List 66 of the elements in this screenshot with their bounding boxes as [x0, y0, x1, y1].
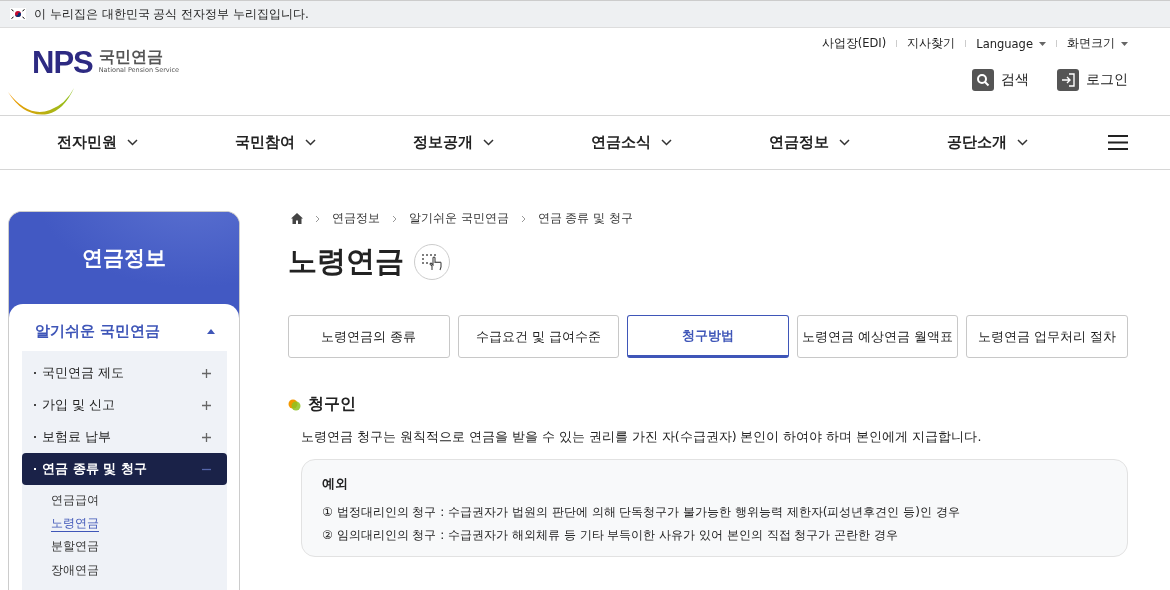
- breadcrumb-link[interactable]: 연금정보: [332, 211, 380, 226]
- sidebar-subitem[interactable]: 분할연금: [51, 537, 99, 556]
- caret-icon: [1121, 41, 1128, 46]
- search-button[interactable]: 검색: [972, 69, 1029, 91]
- tab[interactable]: 노령연금 예상연금 월액표: [796, 315, 959, 358]
- sidebar-item-label: 연금 종류 및 청구: [42, 460, 147, 478]
- sidebar-item[interactable]: 가입 및 신고: [22, 389, 227, 421]
- sidebar-title: 연금정보: [82, 245, 166, 272]
- sidebar-section-header[interactable]: 알기쉬운 국민연금: [9, 312, 239, 351]
- plus-icon: [202, 400, 211, 410]
- accessibility-button[interactable]: [414, 244, 450, 280]
- chevron-right-icon: [392, 214, 397, 223]
- sidebar-item-label: 보험료 납부: [42, 428, 112, 446]
- sidebar-subitem[interactable]: 장애연금: [51, 561, 99, 580]
- logo-name: 국민연금: [98, 48, 164, 66]
- nav-menu-item[interactable]: 전자민원: [56, 133, 138, 152]
- menu-icon[interactable]: [1108, 135, 1128, 150]
- exception-item: ① 법정대리인의 청구 : 수급권자가 법원의 판단에 의해 단독청구가 불가능한 행위능력 제한자(피성년후견인 등)인 경우: [322, 504, 961, 521]
- tab[interactable]: 청구방법: [627, 315, 789, 358]
- sidebar-item[interactable]: 보험료 납부: [22, 421, 227, 453]
- sidebar-item[interactable]: 연금 종류 및 청구: [22, 453, 227, 485]
- breadcrumb-link[interactable]: 연금 종류 및 청구: [537, 211, 633, 226]
- search-icon: [972, 69, 994, 91]
- flag-icon: [10, 8, 26, 20]
- chevron-down-icon: [838, 139, 850, 146]
- exception-item: ② 임의대리인의 청구 : 수급권자가 해외체류 등 기타 부득이한 사유가 있어 본인의 직접 청구가 곤란한 경우: [322, 527, 900, 544]
- gov-notice: 이 누리집은 대한민국 공식 전자정부 누리집입니다.: [34, 5, 309, 23]
- sidebar-subitem[interactable]: 노령연금: [51, 515, 99, 532]
- sidebar-item[interactable]: 국민연금 제도: [22, 357, 227, 389]
- utility-link[interactable]: 지사찾기: [907, 36, 956, 51]
- nav-menu-item[interactable]: 정보공개: [412, 133, 494, 152]
- login-icon: [1057, 69, 1079, 91]
- chevron-down-icon: [1016, 139, 1028, 146]
- chevron-right-icon: [520, 214, 526, 223]
- nav-menu-item[interactable]: 연금정보: [768, 133, 850, 152]
- dropdown-link[interactable]: 화면크기: [1067, 36, 1128, 51]
- breadcrumb-link[interactable]: 알기쉬운 국민연금: [409, 211, 509, 226]
- exception-title: 예외: [322, 476, 349, 493]
- dropdown-link[interactable]: Language: [976, 36, 1046, 51]
- nav-menu-item[interactable]: 공단소개: [946, 133, 1028, 152]
- plus-icon: [202, 432, 211, 442]
- chevron-down-icon: [126, 139, 138, 146]
- tab[interactable]: 노령연금의 종류: [288, 315, 450, 358]
- section-text: 노령연금 청구는 원칙적으로 연금을 받을 수 있는 권리를 가진 자(수급권자) 본인이 하여야 하며 본인에게 지급합니다.: [301, 429, 983, 446]
- login-button[interactable]: 로그인: [1057, 69, 1128, 91]
- sidebar-subitem[interactable]: 연금급여: [51, 491, 99, 510]
- utility-link[interactable]: 사업장(EDI): [821, 36, 887, 51]
- tab[interactable]: 수급요건 및 급여수준: [457, 315, 620, 358]
- chevron-down-icon: [660, 139, 672, 146]
- section-heading: 청구인: [308, 394, 356, 415]
- chevron-down-icon: [304, 139, 316, 146]
- caret-icon: [1039, 41, 1046, 46]
- sidebar-item-label: 가입 및 신고: [42, 396, 116, 414]
- home-icon[interactable]: [291, 213, 303, 224]
- nav-menu-item[interactable]: 연금소식: [590, 133, 672, 152]
- tab[interactable]: 노령연금 업무처리 절차: [966, 315, 1128, 358]
- page-title: 노령연금: [288, 243, 404, 280]
- plus-icon: [202, 368, 211, 378]
- logo-mark[interactable]: NPS: [32, 46, 93, 80]
- braille-hand-icon: [421, 252, 443, 272]
- caret-up-icon: [207, 329, 215, 334]
- nav-menu-item[interactable]: 국민참여: [234, 133, 316, 152]
- chevron-right-icon: [315, 214, 320, 223]
- chevron-down-icon: [482, 139, 494, 146]
- sidebar-item-label: 국민연금 제도: [42, 364, 125, 382]
- bullet-dots-icon: [288, 398, 301, 411]
